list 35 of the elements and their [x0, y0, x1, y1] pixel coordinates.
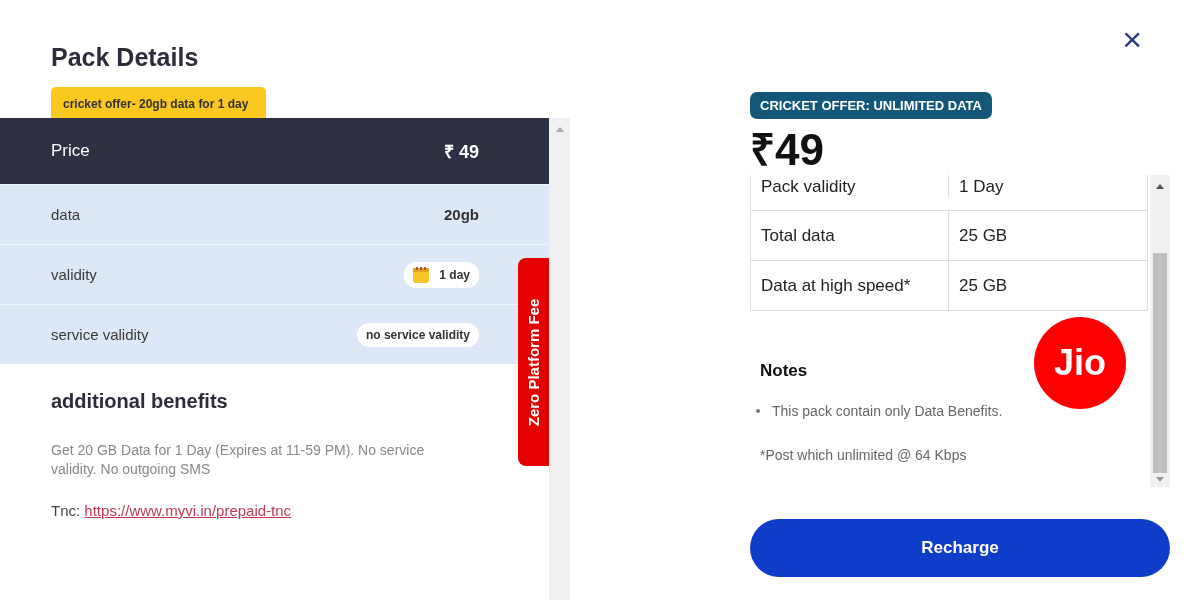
offer-tag: cricket offer- 20gb data for 1 day [51, 87, 267, 118]
table-cell: Pack validity [751, 175, 949, 197]
scrollbar[interactable] [549, 118, 570, 600]
validity-chip: no service validity [356, 322, 479, 347]
tnc-link[interactable]: https://www.myvi.in/prepaid-tnc [84, 502, 292, 519]
calendar-icon [413, 266, 430, 283]
bullet-icon [756, 409, 760, 413]
price-value: ₹49 [750, 125, 825, 175]
chip-text: 1 day [439, 267, 470, 282]
table-cell-text: 25 GB [958, 224, 1009, 247]
recharge-button[interactable]: Recharge [750, 519, 1170, 577]
price-value: ₹ 49 [443, 141, 479, 163]
table-cell: Total data [751, 211, 949, 260]
table-cell: Data at high speed* [751, 261, 949, 310]
offer-tag: CRICKET OFFER: UNLIMITED DATA [750, 92, 992, 119]
detail-label: data [51, 206, 81, 223]
table-cell-text: 25 GB [958, 274, 1009, 297]
detail-label: validity [51, 266, 97, 283]
footnote: *Post which unlimited @ 64 Kbps [760, 447, 968, 463]
benefits-text: Get 20 GB Data for 1 Day (Expires at 11-59 PM). No service validity. No outgoing SMS [51, 441, 426, 479]
notes-heading: Notes [760, 361, 809, 381]
detail-label: service validity [51, 326, 149, 343]
benefits-heading: additional benefits [51, 390, 229, 413]
side-tab[interactable]: Zero Platform Fee [518, 258, 549, 466]
scrollbar[interactable] [1150, 175, 1170, 487]
close-button[interactable]: × [1122, 22, 1142, 56]
tnc-label: Tnc: [51, 502, 81, 519]
detail-value: 20gb [444, 206, 479, 223]
note-text: This pack contain only Data Benefits. [772, 403, 1003, 419]
panel-title: Pack Details [51, 43, 200, 72]
scroll-down-icon[interactable] [1156, 477, 1164, 483]
scroll-up-icon[interactable] [1156, 183, 1164, 189]
logo: Jio [1034, 317, 1126, 409]
table-cell-text: 1 Day [958, 176, 1005, 197]
price-label: Price [51, 141, 90, 161]
